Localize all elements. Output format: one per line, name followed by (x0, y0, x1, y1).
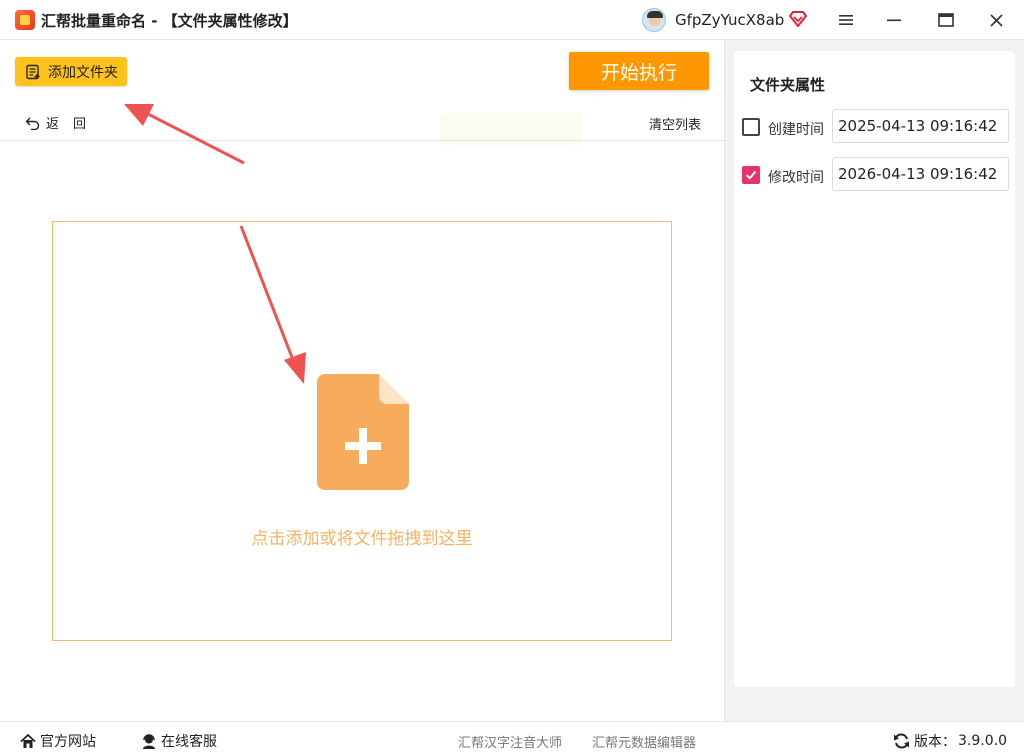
modify-time-input[interactable]: 2026-04-13 09:16:42 (832, 157, 1009, 191)
back-button[interactable]: 返回 (25, 113, 100, 132)
toolbar-divider (0, 140, 724, 141)
file-drop-zone[interactable]: 点击添加或将文件拖拽到这里 (52, 221, 672, 641)
maximize-icon[interactable] (934, 8, 958, 32)
official-website-link[interactable]: 官方网站 (20, 731, 96, 751)
modify-time-label: 修改时间 (768, 170, 824, 186)
window-title: 汇帮批量重命名 - 【文件夹属性修改】 (41, 12, 298, 30)
vip-diamond-icon[interactable] (789, 11, 807, 27)
add-folder-icon (26, 64, 40, 79)
online-support-link[interactable]: 在线客服 (141, 731, 217, 751)
folder-attributes-panel (734, 51, 1015, 687)
create-time-checkbox[interactable] (742, 118, 760, 136)
user-avatar[interactable] (642, 8, 666, 32)
folder-attributes-title: 文件夹属性 (750, 76, 826, 94)
title-bar: 汇帮批量重命名 - 【文件夹属性修改】 GfpZyYucX8ab (0, 0, 1024, 40)
home-icon (20, 733, 36, 748)
menu-icon[interactable] (834, 8, 858, 32)
create-time-input[interactable]: 2025-04-13 09:16:42 (832, 109, 1009, 143)
minimize-icon[interactable] (882, 8, 906, 32)
app-logo-icon (15, 10, 35, 30)
refresh-icon[interactable] (893, 733, 910, 749)
status-bar: 官方网站 在线客服 汇帮汉字注音大师 汇帮元数据编辑器 版本： 3.9.0.0 (0, 721, 1024, 755)
start-execute-button[interactable]: 开始执行 (569, 52, 709, 90)
username[interactable]: GfpZyYucX8ab (675, 11, 784, 29)
add-file-icon (317, 374, 409, 490)
back-arrow-icon (25, 117, 40, 130)
close-icon[interactable] (984, 8, 1008, 32)
version-value: 3.9.0.0 (958, 733, 1007, 749)
official-website-label: 官方网站 (40, 734, 96, 750)
add-folder-label: 添加文件夹 (48, 64, 118, 81)
metadata-editor-link[interactable]: 汇帮元数据编辑器 (592, 732, 696, 751)
clear-list-button[interactable]: 清空列表 (649, 114, 701, 133)
version-label: 版本： (914, 734, 956, 750)
modify-time-checkbox[interactable] (742, 166, 760, 184)
pinyin-master-link[interactable]: 汇帮汉字注音大师 (458, 732, 562, 751)
version-info: 版本： 3.9.0.0 (893, 731, 1007, 751)
drop-hint-text: 点击添加或将文件拖拽到这里 (251, 529, 473, 549)
support-agent-icon (143, 733, 155, 749)
arrow-head-1 (124, 104, 154, 126)
create-time-label: 创建时间 (768, 122, 824, 138)
add-folder-button[interactable]: 添加文件夹 (15, 57, 127, 86)
online-support-label: 在线客服 (161, 734, 217, 750)
check-icon (745, 170, 757, 180)
back-label: 返回 (46, 117, 101, 132)
